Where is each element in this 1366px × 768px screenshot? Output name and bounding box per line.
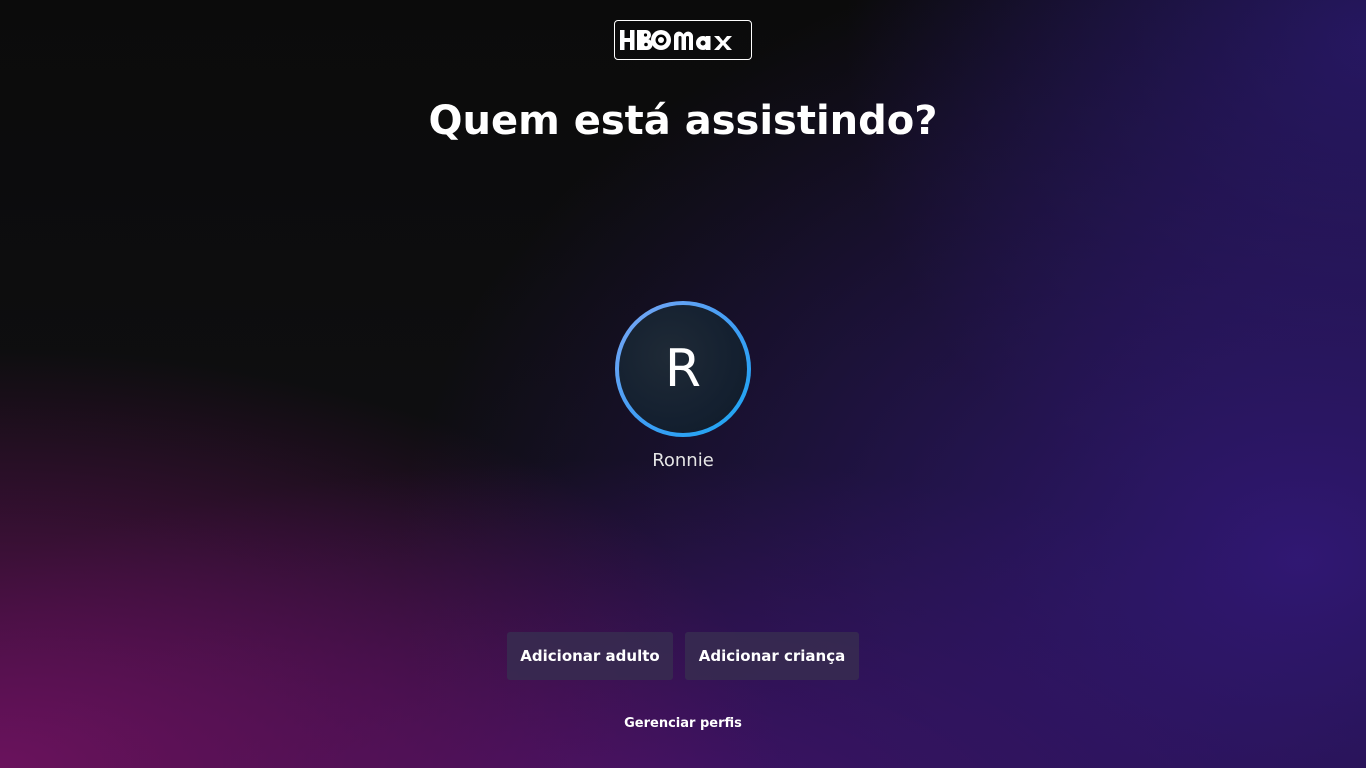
- manage-profiles-link[interactable]: Gerenciar perfis: [624, 716, 742, 731]
- add-kid-button[interactable]: Adicionar criança: [685, 632, 859, 680]
- avatar: R: [619, 305, 747, 433]
- hbo-max-logo: [614, 20, 752, 60]
- profile-name: Ronnie: [652, 450, 714, 471]
- hbo-max-logo-icon: [620, 30, 732, 50]
- avatar-ring: R: [615, 301, 751, 437]
- profile-card-ronnie[interactable]: R Ronnie: [583, 300, 783, 480]
- manage-profiles-container: Gerenciar perfis: [0, 716, 1366, 731]
- add-adult-button[interactable]: Adicionar adulto: [507, 632, 673, 680]
- page-title: Quem está assistindo?: [428, 98, 938, 144]
